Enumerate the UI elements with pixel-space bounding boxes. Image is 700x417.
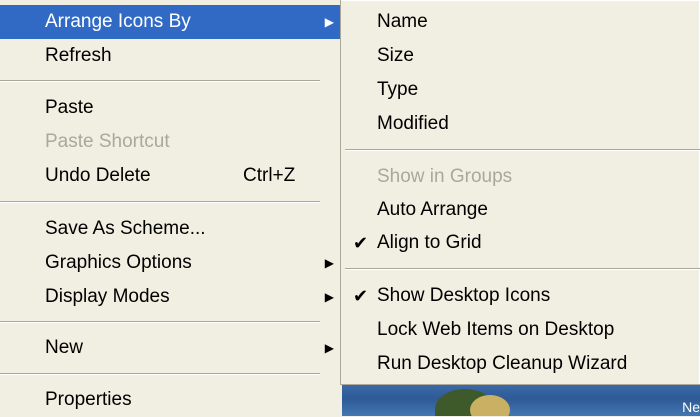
menu-item-label: Type [377, 79, 419, 100]
desktop-context-menu: Arrange Icons By ▶ Refresh Paste Paste S… [0, 0, 342, 416]
submenu-item-lock-web-items[interactable]: Lock Web Items on Desktop [341, 313, 700, 347]
menu-item-label: Run Desktop Cleanup Wizard [377, 353, 628, 374]
menu-item-properties[interactable]: Properties [0, 383, 342, 417]
menu-item-paste-shortcut: Paste Shortcut [0, 125, 342, 159]
submenu-item-modified[interactable]: Modified [341, 107, 700, 141]
menu-item-label: Align to Grid [377, 232, 482, 253]
menu-item-new[interactable]: New ▶ [0, 331, 342, 365]
menu-item-label: Refresh [45, 45, 112, 66]
wallpaper-glow [470, 395, 510, 416]
submenu-item-type[interactable]: Type [341, 73, 700, 107]
menu-item-shortcut: Ctrl+Z [243, 165, 296, 186]
submenu-arrow-icon: ▶ [324, 341, 334, 355]
menu-separator [0, 373, 320, 375]
menu-item-undo-delete[interactable]: Undo Delete Ctrl+Z [0, 159, 342, 193]
submenu-arrow-icon: ▶ [324, 15, 334, 29]
submenu-item-align-to-grid[interactable]: ✔ Align to Grid [341, 226, 700, 260]
menu-separator [0, 80, 320, 82]
menu-item-label: Lock Web Items on Desktop [377, 319, 615, 340]
submenu-arrow-icon: ▶ [324, 290, 334, 304]
submenu-arrow-icon: ▶ [324, 256, 334, 270]
submenu-item-size[interactable]: Size [341, 39, 700, 73]
checkmark-icon: ✔ [353, 286, 369, 306]
menu-item-label: Show in Groups [377, 166, 513, 187]
menu-separator [345, 268, 700, 270]
menu-item-label: Paste [45, 97, 94, 118]
submenu-item-name[interactable]: Name [341, 5, 700, 39]
menu-separator [0, 201, 320, 203]
submenu-item-auto-arrange[interactable]: Auto Arrange [341, 193, 700, 227]
submenu-item-desktop-cleanup-wizard[interactable]: Run Desktop Cleanup Wizard [341, 347, 700, 381]
menu-item-label: Name [377, 11, 428, 32]
menu-item-paste[interactable]: Paste [0, 91, 342, 125]
menu-item-graphics-options[interactable]: Graphics Options ▶ [0, 246, 342, 280]
menu-separator [345, 149, 700, 151]
menu-item-label: Display Modes [45, 286, 170, 307]
menu-item-label: Auto Arrange [377, 199, 488, 220]
menu-item-label: Show Desktop Icons [377, 285, 551, 306]
menu-item-label: Save As Scheme... [45, 218, 206, 239]
menu-separator [0, 321, 320, 323]
menu-item-label: Undo Delete [45, 165, 151, 186]
menu-item-save-as-scheme[interactable]: Save As Scheme... [0, 212, 342, 246]
desktop-icon-label-partial: Ne [682, 399, 700, 415]
menu-item-label: Graphics Options [45, 252, 192, 273]
menu-item-label: New [45, 337, 84, 358]
menu-item-refresh[interactable]: Refresh [0, 39, 342, 73]
menu-item-label: Paste Shortcut [45, 131, 170, 152]
submenu-item-show-in-groups: Show in Groups [341, 160, 700, 194]
arrange-icons-submenu: Name Size Type Modified Show in Groups A… [340, 0, 700, 385]
desktop-background: Ne [340, 385, 700, 416]
menu-item-display-modes[interactable]: Display Modes ▶ [0, 280, 342, 314]
menu-item-label: Size [377, 45, 414, 66]
menu-item-label: Modified [377, 113, 449, 134]
menu-item-arrange-icons-by[interactable]: Arrange Icons By ▶ [0, 5, 342, 39]
checkmark-icon: ✔ [353, 233, 369, 253]
menu-item-label: Properties [45, 389, 132, 410]
submenu-item-show-desktop-icons[interactable]: ✔ Show Desktop Icons [341, 279, 700, 313]
menu-item-label: Arrange Icons By [45, 11, 191, 32]
